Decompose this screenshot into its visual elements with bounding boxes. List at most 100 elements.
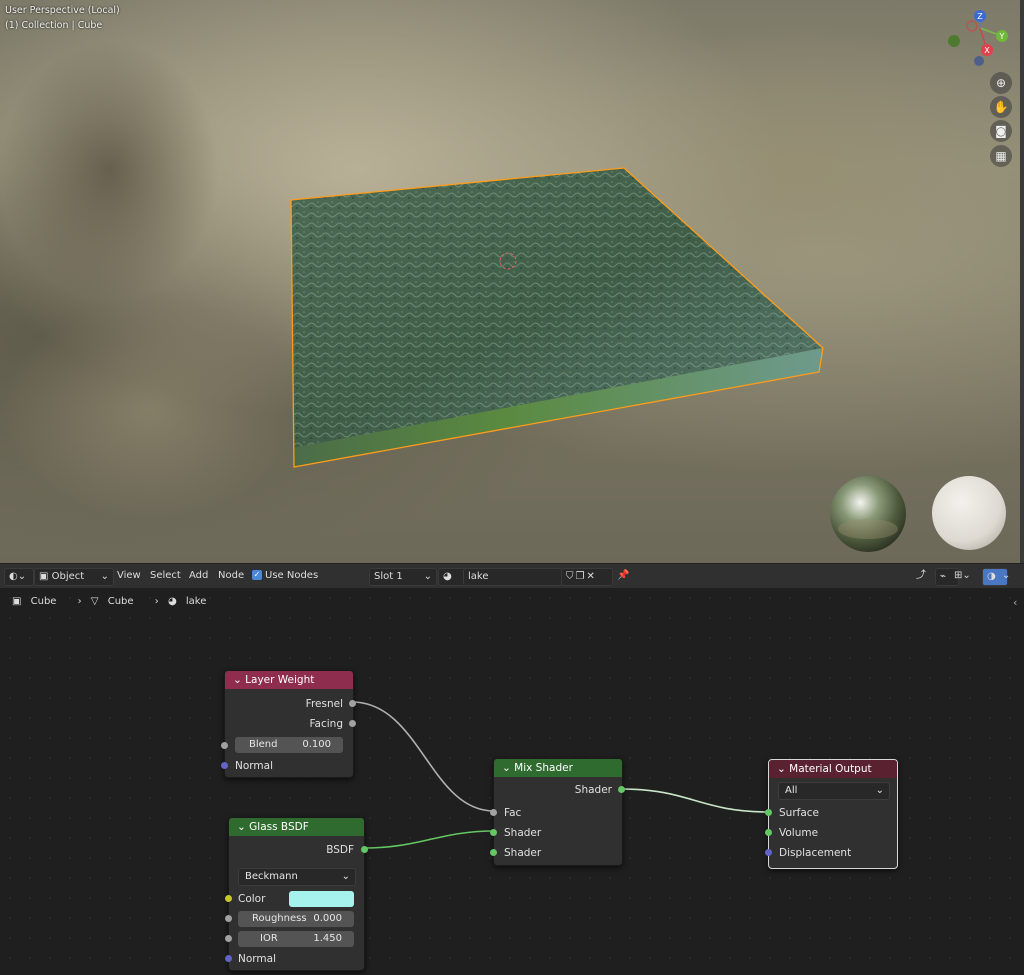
shader-editor-icon: ◐ <box>9 571 18 582</box>
roughness-field[interactable]: Roughness 0.000 <box>238 911 354 927</box>
roughness-label: Roughness <box>252 913 307 924</box>
shader2-input-label: Shader <box>504 847 542 859</box>
slot-label: Slot 1 <box>374 571 403 582</box>
output-facing-label: Facing <box>309 718 343 730</box>
diffuse-preview-sphere <box>932 476 1006 550</box>
chevron-down-icon: ⌄ <box>341 871 350 882</box>
node-header[interactable]: ⌄ Mix Shader <box>494 759 622 777</box>
breadcrumb-mesh: Cube <box>107 596 134 607</box>
node-material-output[interactable]: ⌄ Material Output All ⌄ Surface Volume D… <box>765 759 898 869</box>
socket-shader2-input[interactable] <box>490 849 497 856</box>
browse-material-button[interactable]: ◕ <box>438 568 466 586</box>
roughness-value: 0.000 <box>313 913 342 924</box>
object-icon: ▣ <box>12 596 22 607</box>
material-name-value: lake <box>468 571 489 582</box>
socket-roughness-input[interactable] <box>225 915 232 922</box>
socket-shader1-input[interactable] <box>490 829 497 836</box>
target-value: All <box>785 785 798 796</box>
parent-node-tree-icon[interactable]: ⤴ <box>916 568 926 584</box>
socket-shader-output[interactable] <box>618 786 625 793</box>
collapse-chevron-icon[interactable]: ⌄ <box>237 821 246 833</box>
svg-text:X: X <box>984 46 990 55</box>
volume-input-label: Volume <box>779 827 819 839</box>
unlink-material-icon[interactable]: ✕ <box>586 571 596 582</box>
ior-label: IOR <box>260 933 278 944</box>
socket-fac-input[interactable] <box>490 809 497 816</box>
node-header[interactable]: ⌄ Layer Weight <box>225 671 353 689</box>
svg-text:Y: Y <box>999 32 1005 41</box>
navigation-gizmo[interactable]: Z Y X <box>940 6 1015 71</box>
socket-blend-input[interactable] <box>221 742 228 749</box>
pan-hand-icon[interactable]: ✋ <box>990 96 1012 118</box>
link-bsdf-shader <box>363 830 495 849</box>
sidebar-toggle-icon[interactable]: ‹ <box>1013 596 1017 609</box>
object-mode-icon: ▣ <box>39 571 49 582</box>
socket-ior-input[interactable] <box>225 935 232 942</box>
camera-icon[interactable]: ◙ <box>990 120 1012 142</box>
blend-field[interactable]: Blend 0.100 <box>235 737 343 753</box>
material-icon: ◕ <box>167 596 177 607</box>
fake-user-shield-icon[interactable]: ⛉ <box>566 571 576 582</box>
editor-type-dropdown[interactable]: ◐⌄ <box>4 568 34 586</box>
socket-bsdf-output[interactable] <box>361 846 368 853</box>
pin-icon[interactable]: 📌 <box>617 568 629 584</box>
node-mix-shader[interactable]: ⌄ Mix Shader Shader Fac Shader Shader <box>490 758 625 866</box>
node-header[interactable]: ⌄ Glass BSDF <box>229 818 364 836</box>
node-header[interactable]: ⌄ Material Output <box>769 760 897 778</box>
collapse-chevron-icon[interactable]: ⌄ <box>502 762 511 774</box>
menu-select[interactable]: Select <box>150 568 181 584</box>
zoom-icon[interactable]: ⊕ <box>990 72 1012 94</box>
chevron-right-icon: › <box>77 596 82 607</box>
slot-dropdown[interactable]: Slot 1 ⌄ <box>369 568 437 586</box>
area-border <box>1020 0 1024 563</box>
chevron-down-icon[interactable]: ⌄ <box>1002 568 1010 584</box>
chevron-down-icon: ⌄ <box>100 571 109 582</box>
snap-settings-icon[interactable]: ⊞⌄ <box>954 568 971 584</box>
displacement-input-label: Displacement <box>779 847 852 859</box>
socket-normal-input[interactable] <box>225 955 232 962</box>
grid-perspective-icon[interactable]: ▦ <box>990 145 1012 167</box>
normal-input-label: Normal <box>238 953 276 965</box>
shader1-input-label: Shader <box>504 827 542 839</box>
blend-value: 0.100 <box>302 739 331 750</box>
socket-facing-output[interactable] <box>349 720 356 727</box>
node-editor-header: ◐⌄ ▣ Object ⌄ View Select Add Node ✓ Use … <box>0 563 1024 588</box>
socket-volume-input[interactable] <box>765 829 772 836</box>
collapse-chevron-icon[interactable]: ⌄ <box>777 763 786 775</box>
chevron-right-icon: › <box>154 596 159 607</box>
duplicate-material-icon[interactable]: ❐ <box>576 571 587 582</box>
node-glass-bsdf[interactable]: ⌄ Glass BSDF BSDF Beckmann ⌄ Color Rough… <box>225 817 368 971</box>
breadcrumb-material: lake <box>185 596 207 607</box>
fac-input-label: Fac <box>504 807 522 819</box>
mode-dropdown[interactable]: ▣ Object ⌄ <box>34 568 114 586</box>
node-layer-weight[interactable]: ⌄ Layer Weight Fresnel Facing Blend 0.10… <box>221 670 356 778</box>
distribution-dropdown[interactable]: Beckmann ⌄ <box>238 868 356 886</box>
socket-fresnel-output[interactable] <box>349 700 356 707</box>
node-title: Layer Weight <box>245 674 315 686</box>
socket-displacement-input[interactable] <box>765 849 772 856</box>
material-name-field[interactable]: lake <box>463 568 563 586</box>
menu-node[interactable]: Node <box>218 568 244 584</box>
color-swatch[interactable] <box>289 891 354 907</box>
hdri-preview-sphere <box>830 476 906 552</box>
mesh-data-icon: ▽ <box>90 596 99 607</box>
socket-surface-input[interactable] <box>765 809 772 816</box>
material-sphere-icon: ◕ <box>443 571 452 582</box>
menu-add[interactable]: Add <box>189 568 208 584</box>
use-nodes-toggle[interactable]: ✓ Use Nodes <box>252 568 318 584</box>
breadcrumb: ▣ Cube › ▽ Cube › ◕ lake <box>0 592 212 612</box>
menu-view[interactable]: View <box>117 568 141 584</box>
breadcrumb-object: Cube <box>30 596 57 607</box>
link-fresnel-fac <box>351 701 495 812</box>
node-title: Mix Shader <box>514 762 573 774</box>
collapse-chevron-icon[interactable]: ⌄ <box>233 674 242 686</box>
checkbox-checked-icon: ✓ <box>252 570 262 580</box>
socket-normal-input[interactable] <box>221 762 228 769</box>
svg-text:Z: Z <box>977 12 983 21</box>
surface-input-label: Surface <box>779 807 820 819</box>
target-dropdown[interactable]: All ⌄ <box>778 782 890 800</box>
3d-viewport[interactable]: User Perspective (Local) (1) Collection … <box>0 0 1020 563</box>
output-shader-label: Shader <box>574 784 612 796</box>
socket-color-input[interactable] <box>225 895 232 902</box>
ior-field[interactable]: IOR 1.450 <box>238 931 354 947</box>
